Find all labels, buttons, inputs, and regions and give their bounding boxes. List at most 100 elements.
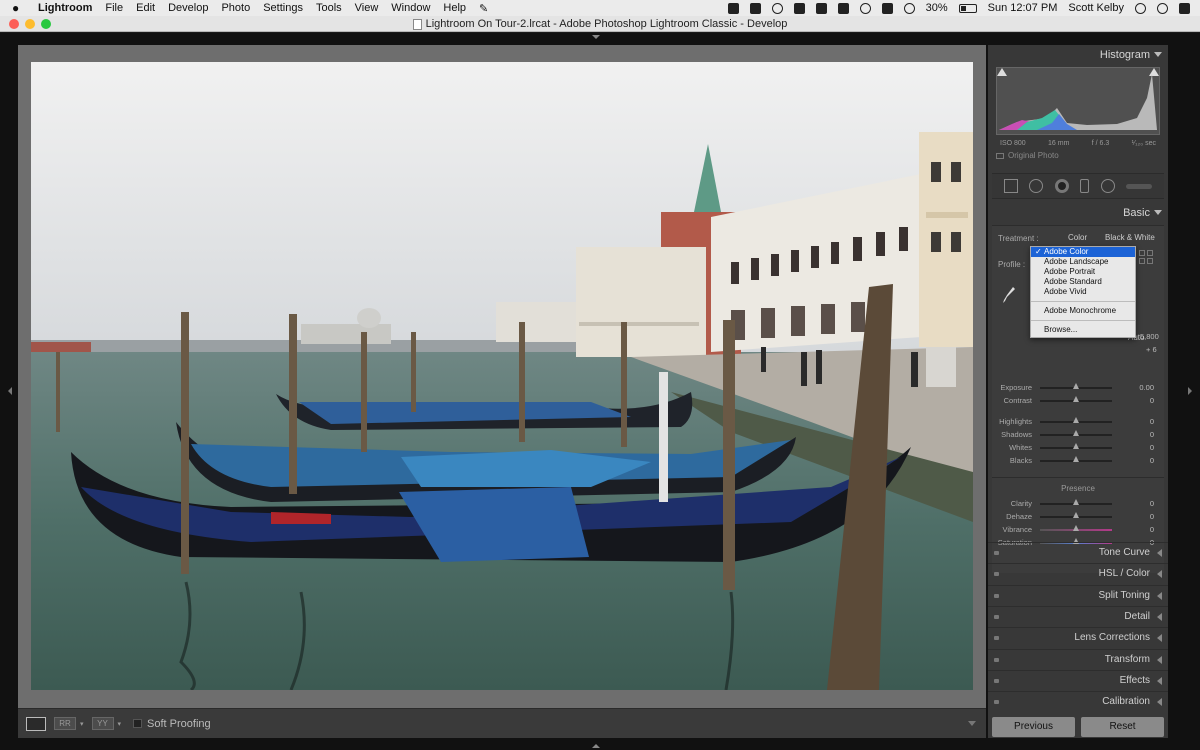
red-eye-tool-icon[interactable]	[1054, 179, 1069, 193]
calibration-switch-icon[interactable]	[994, 700, 999, 704]
basic-collapse-icon[interactable]	[1154, 210, 1162, 215]
highlights-thumb[interactable]	[1073, 417, 1079, 423]
original-photo-toggle[interactable]: Original Photo	[996, 151, 1059, 160]
menu-develop[interactable]: Develop	[168, 2, 208, 14]
compare-button[interactable]: YY	[91, 717, 114, 730]
wifi-icon[interactable]	[903, 2, 915, 14]
right-panel-toggle-icon[interactable]	[1188, 387, 1192, 395]
profile-option-adobe-portrait[interactable]: Adobe Portrait	[1031, 267, 1135, 277]
info-icon[interactable]	[771, 2, 783, 14]
notification-center-icon[interactable]	[1179, 2, 1190, 14]
apple-menu-icon[interactable]: ●	[12, 1, 26, 15]
menu-window[interactable]: Window	[391, 2, 430, 14]
dehaze-value[interactable]: 0	[1150, 512, 1154, 521]
hsl-switch-icon[interactable]	[994, 572, 999, 576]
highlights-slider[interactable]: Highlights 0	[992, 415, 1164, 428]
dropbox-icon[interactable]	[749, 2, 761, 14]
detail-switch-icon[interactable]	[994, 615, 999, 619]
effects-section[interactable]: Effects	[988, 670, 1168, 690]
effects-switch-icon[interactable]	[994, 679, 999, 683]
whites-slider[interactable]: Whites 0	[992, 441, 1164, 454]
crop-tool-icon[interactable]	[1003, 179, 1018, 193]
compare-caret-icon[interactable]: ▾	[118, 720, 122, 728]
white-balance-eyedropper-icon[interactable]	[1002, 286, 1016, 304]
tone-curve-section[interactable]: Tone Curve	[988, 542, 1168, 562]
split-toning-expand-icon[interactable]	[1157, 592, 1162, 600]
clock-text[interactable]: Sun 12:07 PM	[988, 2, 1058, 14]
tone-curve-switch-icon[interactable]	[994, 551, 999, 555]
script-icon[interactable]: ✎	[479, 2, 488, 15]
exposure-slider[interactable]: Exposure 0.00	[992, 381, 1164, 394]
blacks-value[interactable]: 0	[1150, 456, 1154, 465]
split-toning-switch-icon[interactable]	[994, 594, 999, 598]
radial-filter-tool-icon[interactable]	[1100, 179, 1115, 193]
vibrance-value[interactable]: 0	[1150, 525, 1154, 534]
treatment-color-option[interactable]: Color	[1068, 233, 1087, 242]
siri-icon[interactable]	[1157, 2, 1168, 14]
detail-expand-icon[interactable]	[1157, 613, 1162, 621]
before-after-caret-icon[interactable]: ▾	[80, 720, 84, 728]
reset-button[interactable]: Reset	[1081, 717, 1164, 737]
blacks-slider[interactable]: Blacks 0	[992, 454, 1164, 467]
menu-settings[interactable]: Settings	[263, 2, 303, 14]
histogram-header[interactable]: Histogram	[988, 45, 1168, 65]
whites-thumb[interactable]	[1073, 443, 1079, 449]
shadows-thumb[interactable]	[1073, 430, 1079, 436]
exposure-value[interactable]: 0.00	[1139, 383, 1154, 392]
bag-icon[interactable]	[815, 2, 827, 14]
profile-option-adobe-landscape[interactable]: Adobe Landscape	[1031, 257, 1135, 267]
exposure-thumb[interactable]	[1073, 383, 1079, 389]
menu-tools[interactable]: Tools	[316, 2, 342, 14]
effects-expand-icon[interactable]	[1157, 677, 1162, 685]
transform-section[interactable]: Transform	[988, 649, 1168, 669]
profile-option-adobe-vivid[interactable]: Adobe Vivid	[1031, 287, 1135, 297]
clock-icon[interactable]	[859, 2, 871, 14]
left-panel-toggle-icon[interactable]	[8, 387, 12, 395]
calibration-section[interactable]: Calibration	[988, 691, 1168, 711]
menu-view[interactable]: View	[355, 2, 379, 14]
menu-file[interactable]: File	[105, 2, 123, 14]
highlights-value[interactable]: 0	[1150, 417, 1154, 426]
graduated-filter-tool-icon[interactable]	[1080, 179, 1090, 193]
vibrance-thumb[interactable]	[1073, 525, 1079, 531]
split-toning-section[interactable]: Split Toning	[988, 585, 1168, 605]
clarity-value[interactable]: 0	[1150, 499, 1154, 508]
close-window-button[interactable]	[9, 19, 19, 29]
shadows-slider[interactable]: Shadows 0	[992, 428, 1164, 441]
contrast-value[interactable]: 0	[1150, 396, 1154, 405]
tone-curve-expand-icon[interactable]	[1157, 549, 1162, 557]
contrast-thumb[interactable]	[1073, 396, 1079, 402]
transform-expand-icon[interactable]	[1157, 656, 1162, 664]
hsl-expand-icon[interactable]	[1157, 570, 1162, 578]
detail-section[interactable]: Detail	[988, 606, 1168, 626]
hsl-color-section[interactable]: HSL / Color	[988, 563, 1168, 583]
cc-icon[interactable]	[727, 2, 739, 14]
soft-proofing-checkbox[interactable]	[133, 719, 143, 728]
lens-corrections-expand-icon[interactable]	[1157, 634, 1162, 642]
menu-app-name[interactable]: Lightroom	[38, 2, 92, 14]
profile-option-adobe-standard[interactable]: Adobe Standard	[1031, 277, 1135, 287]
transform-switch-icon[interactable]	[994, 658, 999, 662]
loupe-view-button[interactable]	[26, 716, 46, 731]
shadows-value[interactable]: 0	[1150, 430, 1154, 439]
spot-removal-tool-icon[interactable]	[1029, 179, 1044, 193]
vibrance-slider[interactable]: Vibrance 0	[992, 523, 1164, 536]
menu-photo[interactable]: Photo	[221, 2, 250, 14]
clarity-thumb[interactable]	[1073, 499, 1079, 505]
whites-value[interactable]: 0	[1150, 443, 1154, 452]
bottom-panel-toggle-icon[interactable]	[592, 744, 600, 748]
profile-browse-option[interactable]: Browse...	[1031, 325, 1135, 335]
bluetooth-icon[interactable]	[881, 2, 893, 14]
maximize-window-button[interactable]	[41, 19, 51, 29]
profile-option-adobe-color[interactable]: Adobe Color	[1031, 247, 1135, 257]
dehaze-slider[interactable]: Dehaze 0	[992, 510, 1164, 523]
lens-corrections-section[interactable]: Lens Corrections	[988, 627, 1168, 647]
profile-option-adobe-monochrome[interactable]: Adobe Monochrome	[1031, 306, 1135, 316]
minimize-window-button[interactable]	[25, 19, 35, 29]
before-after-button[interactable]: RR	[54, 717, 76, 730]
calibration-expand-icon[interactable]	[1157, 698, 1162, 706]
venice-gondolas-photo[interactable]	[31, 62, 973, 690]
spotlight-icon[interactable]	[1135, 2, 1146, 14]
dehaze-thumb[interactable]	[1073, 512, 1079, 518]
menu-help[interactable]: Help	[443, 2, 466, 14]
